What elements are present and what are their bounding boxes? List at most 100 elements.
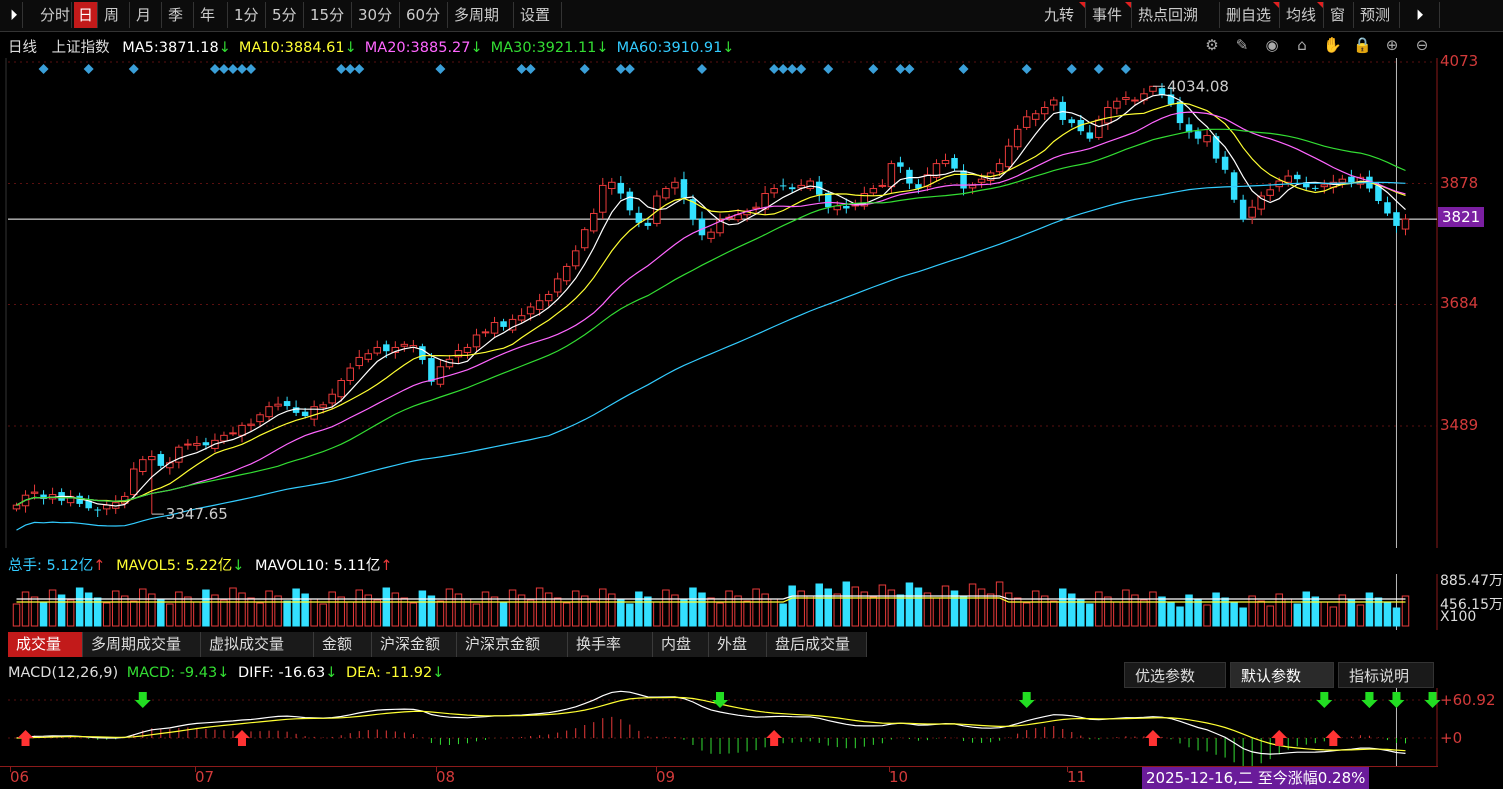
tab-period-11[interactable]: 多周期 (450, 2, 514, 28)
volume-bar (526, 599, 535, 627)
eye-icon[interactable]: ◉ (1263, 36, 1281, 54)
volume-bar (1311, 596, 1320, 627)
signal-diamond (958, 64, 969, 74)
tool-3[interactable]: 删自选 (1222, 2, 1280, 28)
vol-total-label: 总手: (8, 558, 42, 574)
indicator-help-button[interactable]: 指标说明 (1338, 662, 1434, 688)
tool-1[interactable]: 事件 (1088, 2, 1132, 28)
vol-unit: X100 (1440, 609, 1477, 625)
vol-tab-3[interactable]: 金额 (314, 632, 372, 657)
candle (553, 272, 562, 297)
volume-bar (1149, 591, 1157, 627)
vol-tab-2[interactable]: 虚拟成交量 (201, 632, 314, 657)
candle (310, 400, 318, 426)
pen-icon[interactable]: ✎ (1233, 36, 1251, 54)
ma-line-3 (16, 111, 1406, 506)
tool-6[interactable]: 预测 (1356, 2, 1400, 28)
macd-axis-tick-zero: +0 (1440, 729, 1463, 747)
vol-tab-5[interactable]: 沪深京金额 (457, 632, 568, 657)
hand-icon[interactable]: ✋ (1323, 36, 1342, 54)
signal-diamond (696, 64, 707, 74)
volume-bar (508, 589, 517, 627)
vol-tab-6[interactable]: 换手率 (568, 632, 653, 657)
dea-label: DEA: (346, 665, 381, 681)
price-chart[interactable]: 4034.08 3347.65 (0, 58, 1503, 548)
volume-bar (752, 588, 760, 627)
tab-period-7[interactable]: 5分 (268, 2, 304, 28)
tab-period-5[interactable]: 年 (196, 2, 228, 28)
vol-tab-1[interactable]: 多周期成交量 (83, 632, 201, 657)
volume-bar (1194, 599, 1202, 627)
volume-bar (436, 600, 445, 627)
bank-icon[interactable]: ⌂ (1293, 36, 1311, 54)
tool-5[interactable]: 窗 (1326, 2, 1354, 28)
vol-tab-8[interactable]: 外盘 (709, 632, 767, 657)
candle (1384, 196, 1391, 216)
candle (409, 339, 418, 353)
vol-tab-9[interactable]: 盘后成交量 (767, 632, 867, 657)
candle (671, 177, 679, 195)
candle (157, 450, 165, 469)
sell-arrow-icon (134, 692, 151, 708)
tab-period-0[interactable]: 分时 (36, 2, 72, 28)
candle (481, 328, 490, 337)
candle (175, 444, 183, 469)
macd-chart[interactable] (0, 688, 1503, 766)
vol-tab-0[interactable]: 成交量 (8, 632, 83, 657)
volume-bar (860, 591, 869, 627)
volume-bar (1329, 606, 1338, 627)
volume-bar (689, 587, 697, 627)
lock-icon[interactable]: 🔒 (1353, 36, 1372, 54)
volume-bar (1239, 607, 1247, 627)
zoom-in-icon[interactable]: ⊕ (1383, 36, 1401, 54)
signal-diamond (218, 64, 229, 74)
volume-bar (120, 595, 129, 627)
volume-chart[interactable] (0, 574, 1503, 630)
volume-bar (833, 593, 842, 627)
signal-diamond (38, 64, 49, 74)
candle (923, 167, 932, 192)
candle (1312, 185, 1319, 192)
tab-period-9[interactable]: 30分 (354, 2, 400, 28)
volume-bar (941, 585, 950, 627)
settings-icon[interactable]: ⚙ (1203, 36, 1221, 54)
signal-diamond (1120, 64, 1131, 74)
zoom-out-icon[interactable]: ⊖ (1413, 36, 1431, 54)
tab-period-8[interactable]: 15分 (306, 2, 352, 28)
signal-diamond (624, 64, 635, 74)
vol-tab-7[interactable]: 内盘 (653, 632, 709, 657)
toolbar-expand-icon[interactable]: ⏵ (1412, 2, 1440, 28)
volume-bar (193, 601, 201, 627)
tool-0[interactable]: 九转 (1040, 2, 1086, 28)
tab-period-1[interactable]: 日 (74, 2, 98, 28)
toolbar-collapse-icon[interactable]: ⏵ (6, 2, 23, 28)
tab-period-12[interactable]: 设置 (516, 2, 562, 28)
mavol5-arrow: ↓ (232, 558, 245, 574)
candle (1393, 209, 1400, 233)
vol-axis-tick-high: 885.47万 (1440, 573, 1503, 589)
candle (148, 450, 156, 515)
signal-diamond (579, 64, 590, 74)
default-params-button[interactable]: 默认参数 (1230, 662, 1334, 688)
volume-bar (1257, 600, 1265, 627)
candle (283, 396, 291, 410)
candle (1248, 199, 1256, 225)
vol-tab-4[interactable]: 沪深金额 (372, 632, 457, 657)
candle (1149, 85, 1157, 96)
tab-period-3[interactable]: 月 (132, 2, 162, 28)
candle (716, 213, 724, 237)
macd-axis-tick-high: +60.92 (1440, 691, 1496, 709)
tool-2[interactable]: 热点回溯 (1134, 2, 1220, 28)
tab-period-2[interactable]: 周 (100, 2, 130, 28)
tab-period-10[interactable]: 60分 (402, 2, 448, 28)
optimal-params-button[interactable]: 优选参数 (1124, 662, 1226, 688)
tool-4[interactable]: 均线 (1282, 2, 1324, 28)
ma-value-4: 3910.91 (662, 40, 723, 56)
diff-arrow: ↓ (325, 665, 338, 681)
candle (1185, 117, 1193, 139)
tab-period-6[interactable]: 1分 (230, 2, 266, 28)
volume-bar (977, 588, 986, 627)
volume-bar (653, 601, 661, 627)
tab-period-4[interactable]: 季 (164, 2, 194, 28)
volume-bar (1040, 595, 1049, 627)
